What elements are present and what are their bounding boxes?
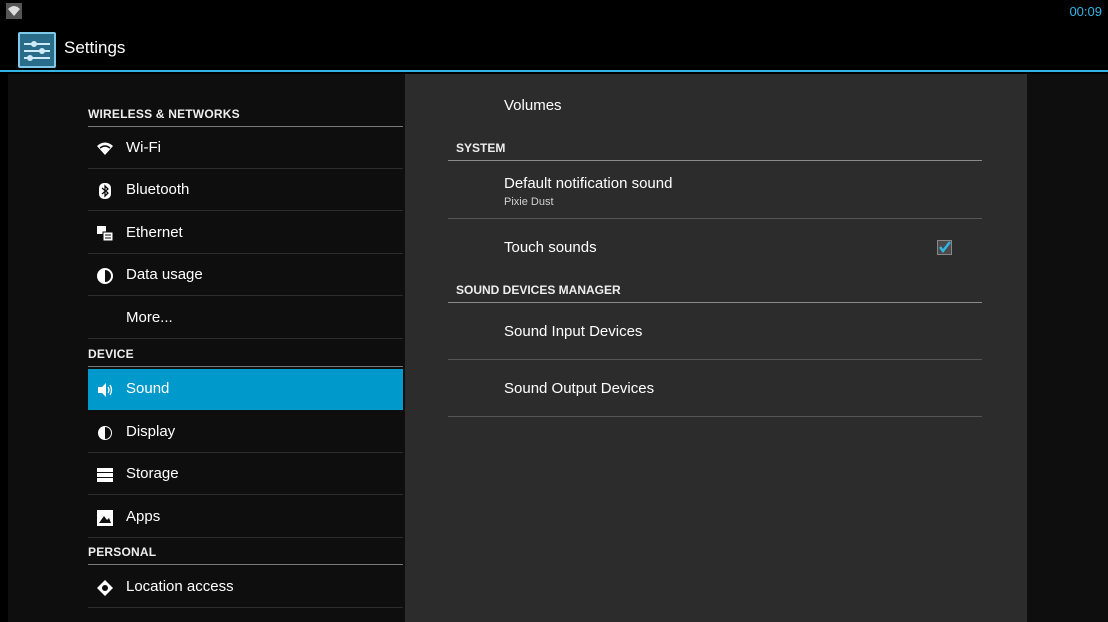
data-usage-icon <box>97 268 113 284</box>
sound-input-devices-item[interactable]: Sound Input Devices <box>448 303 982 359</box>
touch-sounds-checkbox[interactable] <box>937 240 952 255</box>
touch-sounds-item[interactable]: Touch sounds <box>448 219 982 275</box>
category-wireless-networks: WIRELESS & NETWORKS <box>88 107 240 121</box>
sidebar-item-bluetooth[interactable]: Bluetooth <box>88 170 403 211</box>
sidebar-item-storage[interactable]: Storage <box>88 454 403 495</box>
category-sound-devices-manager: SOUND DEVICES MANAGER <box>456 283 621 297</box>
volumes-item[interactable]: Volumes <box>448 84 982 128</box>
checkmark-icon <box>939 241 951 254</box>
speaker-icon <box>98 383 113 397</box>
ethernet-icon <box>97 226 114 242</box>
sidebar-item-apps[interactable]: Apps <box>88 497 403 538</box>
right-margin <box>1027 74 1108 622</box>
sidebar-item-data-usage[interactable]: Data usage <box>88 255 403 296</box>
sound-input-devices-label: Sound Input Devices <box>504 323 643 340</box>
apps-icon <box>97 510 113 526</box>
sidebar-item-label: More... <box>126 309 173 326</box>
action-bar: Settings <box>0 24 1108 72</box>
divider <box>88 126 403 127</box>
sidebar-item-label: Wi-Fi <box>126 139 161 156</box>
location-icon <box>97 580 113 596</box>
sidebar-item-label: Display <box>126 423 176 440</box>
sidebar-item-display[interactable]: Display <box>88 412 403 453</box>
divider <box>448 416 982 417</box>
storage-icon <box>97 468 113 482</box>
notification-sound-value: Pixie Dust <box>504 196 554 208</box>
sidebar-item-ethernet[interactable]: Ethernet <box>88 213 403 254</box>
sidebar-item-wifi[interactable]: Wi-Fi <box>88 128 403 169</box>
sidebar-item-label: Bluetooth <box>126 181 190 198</box>
sidebar-item-sound[interactable]: Sound <box>88 369 403 410</box>
divider <box>88 366 403 367</box>
settings-sliders-icon[interactable] <box>18 32 56 68</box>
status-bar: 00:09 <box>0 0 1108 24</box>
sidebar-item-location-access[interactable]: Location access <box>88 567 403 608</box>
volumes-label: Volumes <box>504 97 562 114</box>
default-notification-sound-item[interactable]: Default notification sound Pixie Dust <box>448 161 982 218</box>
sidebar-item-label: Ethernet <box>126 224 183 241</box>
page-title: Settings <box>64 38 126 57</box>
sidebar-item-label: Location access <box>126 578 234 595</box>
touch-sounds-label: Touch sounds <box>504 239 597 256</box>
brightness-icon <box>98 426 112 440</box>
sidebar-item-more[interactable]: More... <box>88 298 403 339</box>
wifi-icon <box>97 142 113 155</box>
wifi-icon <box>6 3 22 19</box>
sidebar-item-label: Apps <box>126 508 161 525</box>
sidebar-item-label: Sound <box>126 380 170 397</box>
bluetooth-icon <box>99 183 111 199</box>
category-device: DEVICE <box>88 347 134 361</box>
category-system: SYSTEM <box>456 141 506 155</box>
sidebar-item-label: Storage <box>126 465 179 482</box>
divider <box>88 564 403 565</box>
notification-sound-title: Default notification sound <box>504 175 673 192</box>
sound-output-devices-label: Sound Output Devices <box>504 380 655 397</box>
sound-output-devices-item[interactable]: Sound Output Devices <box>448 360 982 416</box>
clock: 00:09 <box>1069 4 1102 19</box>
category-personal: PERSONAL <box>88 545 157 559</box>
sidebar-item-label: Data usage <box>126 266 203 283</box>
